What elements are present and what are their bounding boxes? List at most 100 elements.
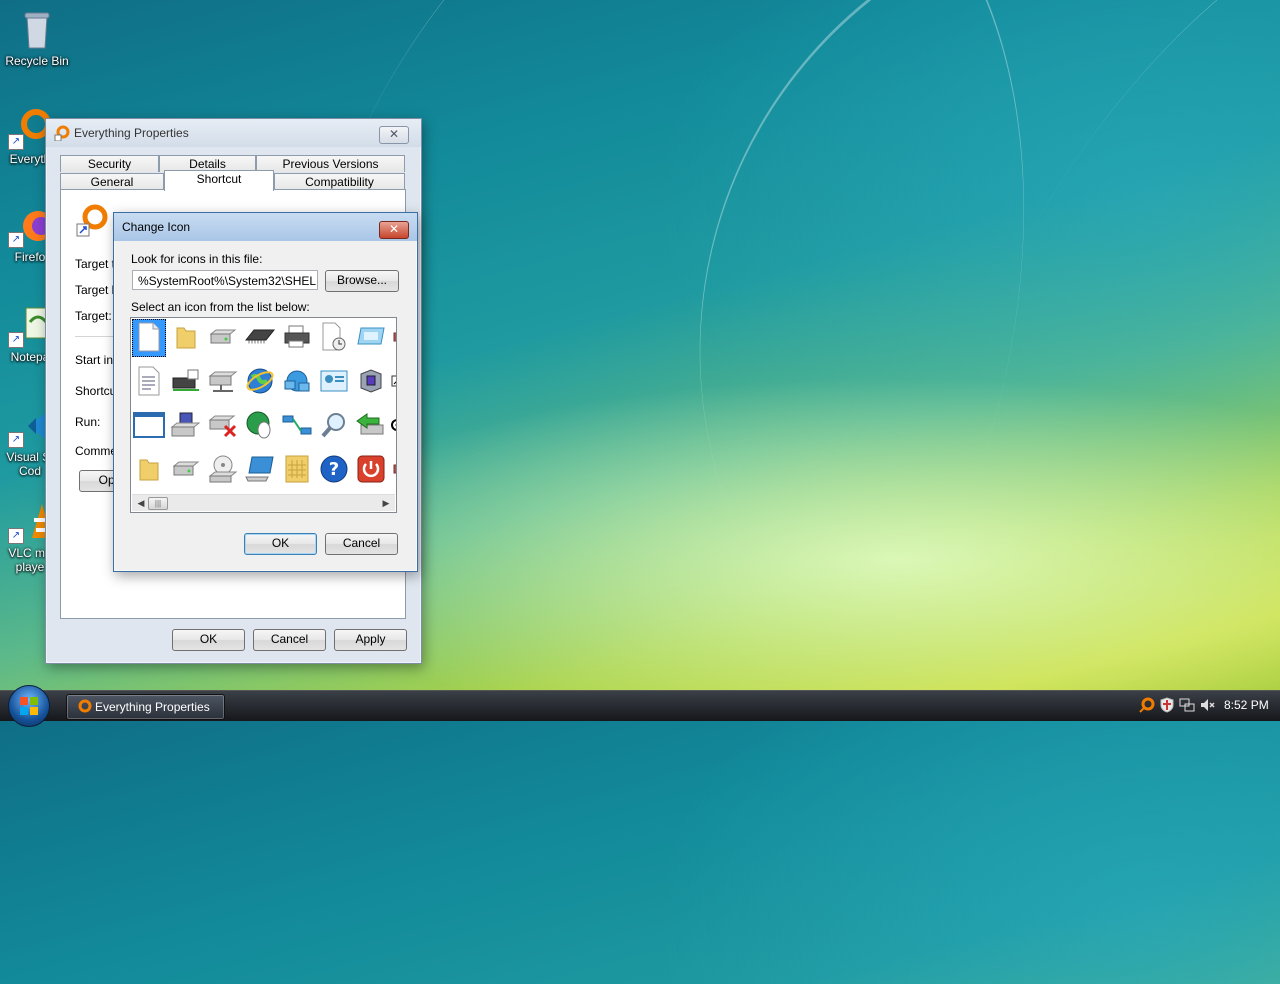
shortcut-arrow-icon: ↗ [8,134,24,150]
shortcut-arrow-icon: ↗ [8,232,24,248]
partial-icon [392,327,396,350]
shared-drive-icon [207,368,239,397]
start-in-label: Start in: [75,353,117,367]
icon-file-input[interactable]: %SystemRoot%\System32\SHELL32 [132,270,318,290]
cube-icon [357,367,385,398]
icon-cell[interactable] [132,451,166,489]
grid-folder-icon [283,454,311,487]
icon-cell[interactable] [391,407,396,445]
control-panel-icon [319,368,349,397]
icon-cell[interactable] [391,363,396,401]
icon-cell[interactable] [391,319,396,357]
tab-compatibility[interactable]: Compatibility [274,173,405,190]
change-icon-titlebar[interactable]: Change Icon ✕ [114,213,417,241]
tab-shortcut[interactable]: Shortcut [164,170,274,191]
volume-icon[interactable] [1199,697,1215,716]
tab-security[interactable]: Security [60,155,159,172]
icon-cell[interactable] [280,451,314,489]
drive-icon [208,327,238,350]
globe-icon [245,366,275,399]
icon-cell[interactable] [206,319,240,357]
change-icon-cancel-button[interactable]: Cancel [325,533,398,555]
folder-icon [136,456,162,485]
icon-cell[interactable] [354,363,388,401]
icon-cell[interactable] [243,319,277,357]
tabs-row-2: General Shortcut Compatibility [60,170,405,191]
world-mouse-icon [245,410,275,443]
icon-cell[interactable] [391,451,396,489]
properties-cancel-button[interactable]: Cancel [253,629,326,651]
icon-cell[interactable] [317,319,351,357]
icon-cell[interactable] [280,363,314,401]
icon-cell[interactable] [243,363,277,401]
properties-close-button[interactable]: ✕ [379,126,409,144]
everything-shortcut-icon [75,204,109,241]
clock[interactable]: 8:52 PM [1224,698,1269,712]
icon-cell[interactable] [354,451,388,489]
icon-cell[interactable] [280,407,314,445]
icon-list[interactable]: ? ◀ ||| ▶ [130,317,397,513]
icon-cell[interactable] [169,451,203,489]
run-label: Run: [75,415,101,429]
browse-button[interactable]: Browse... [325,270,399,292]
taskbar-everything-properties[interactable]: Everything Properties [66,694,225,720]
security-shield-icon[interactable] [1159,697,1175,716]
cd-drive-icon [208,454,238,487]
tab-previous-versions[interactable]: Previous Versions [256,155,405,172]
network-globe-icon [282,367,312,398]
icon-cell[interactable] [243,451,277,489]
icon-cell[interactable]: ? [317,451,351,489]
search-icon [320,411,348,442]
icon-cell[interactable] [169,407,203,445]
icon-cell[interactable] [206,451,240,489]
disconnected-drive-icon [207,412,239,441]
icon-list-label: Select an icon from the list below: [131,300,310,314]
properties-apply-button[interactable]: Apply [334,629,407,651]
dvd-overlay-icon [391,418,396,434]
horizontal-scrollbar[interactable]: ◀ ||| ▶ [132,494,395,511]
scroll-right-icon[interactable]: ▶ [379,496,393,510]
clock-document-icon [320,322,348,355]
shortcut-overlay-icon [391,375,396,390]
icon-cell[interactable] [354,407,388,445]
change-icon-close-button[interactable]: ✕ [379,221,409,239]
scroll-thumb[interactable]: ||| [148,497,168,510]
icon-cell[interactable] [206,363,240,401]
icon-cell[interactable] [280,319,314,357]
change-icon-ok-button[interactable]: OK [244,533,317,555]
scroll-left-icon[interactable]: ◀ [134,496,148,510]
network-drive-icon [170,368,202,397]
icon-cell[interactable] [317,363,351,401]
close-icon: ✕ [388,127,400,141]
start-button[interactable] [8,685,50,727]
properties-ok-button[interactable]: OK [172,629,245,651]
help-icon: ? [319,454,349,487]
target-label: Target: [75,309,112,323]
change-icon-title: Change Icon [122,220,191,234]
icon-cell[interactable] [354,319,388,357]
printer-icon [282,324,312,353]
icon-cell[interactable] [169,319,203,357]
icon-cell[interactable] [132,407,166,445]
everything-app-icon [54,125,70,144]
network-icon[interactable] [1179,697,1195,716]
properties-titlebar[interactable]: Everything Properties ✕ [46,119,421,147]
icon-cell[interactable] [132,319,166,357]
memory-chip-icon [244,326,276,351]
window-icon [133,411,165,441]
tab-general[interactable]: General [60,173,164,190]
everything-app-icon [76,699,92,723]
icon-cell[interactable] [206,407,240,445]
shortcut-arrow-icon: ↗ [8,432,24,448]
everything-tray-icon[interactable] [1139,697,1155,716]
icon-cell[interactable] [243,407,277,445]
desktop-icon-recycle-bin[interactable]: Recycle Bin [1,8,73,68]
network-icon [281,412,313,441]
green-arrow-icon [355,411,387,442]
folder-icon [173,324,199,353]
icon-cell[interactable] [169,363,203,401]
icon-cell[interactable] [317,407,351,445]
partial-icon [392,459,396,482]
icon-cell[interactable] [132,363,166,401]
taskbar-item-label: Everything Properties [95,700,210,714]
